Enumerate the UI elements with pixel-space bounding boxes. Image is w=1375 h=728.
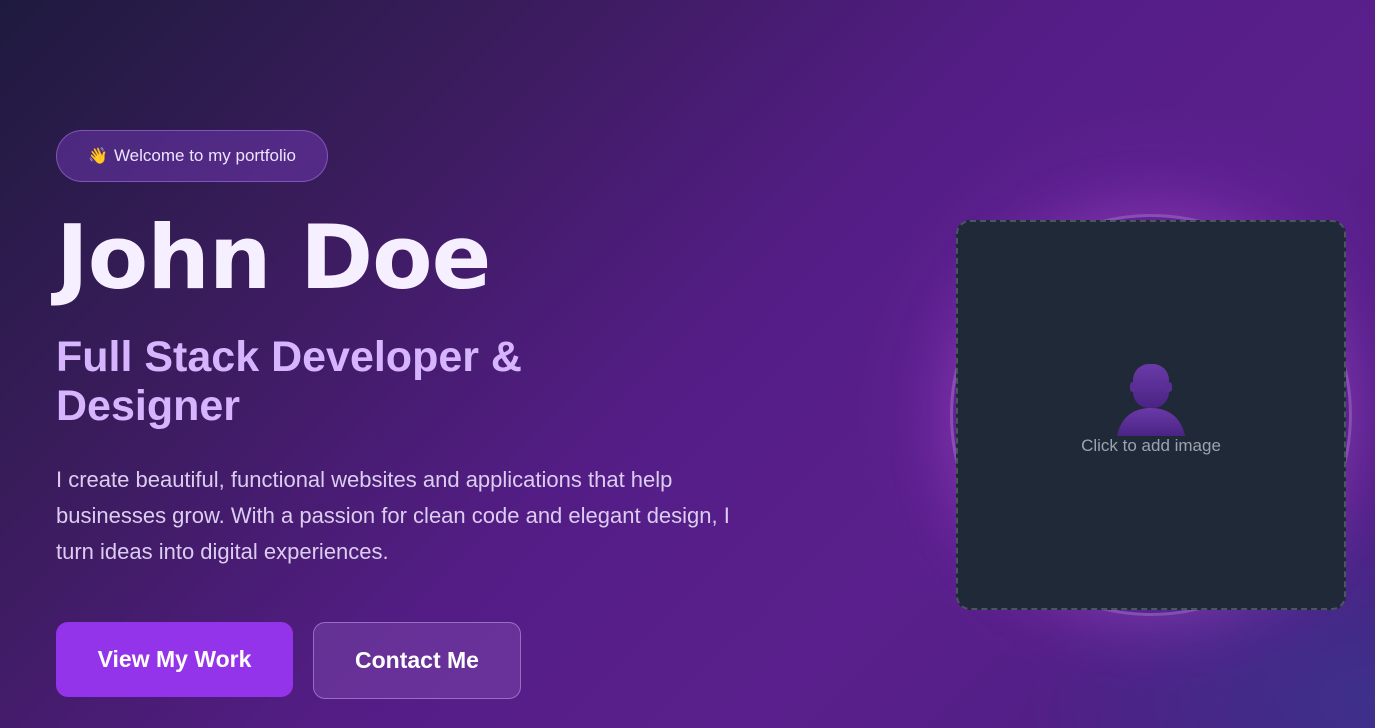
image-placeholder-label: Click to add image (1081, 436, 1221, 455)
welcome-badge: 👋 Welcome to my portfolio (56, 130, 328, 182)
contact-me-button[interactable]: Contact Me (313, 622, 521, 699)
hero-intro: I create beautiful, functional websites … (56, 467, 730, 564)
person-icon (1117, 364, 1185, 436)
hero-role: Full Stack Developer & Designer (56, 333, 522, 430)
profile-image-placeholder[interactable]: Click to add image (956, 220, 1346, 610)
welcome-badge-text: Welcome to my portfolio (113, 146, 296, 165)
hero-name: John Doe (56, 206, 491, 309)
waving-hand-icon: 👋 (88, 148, 108, 165)
view-my-work-button[interactable]: View My Work (56, 622, 293, 697)
